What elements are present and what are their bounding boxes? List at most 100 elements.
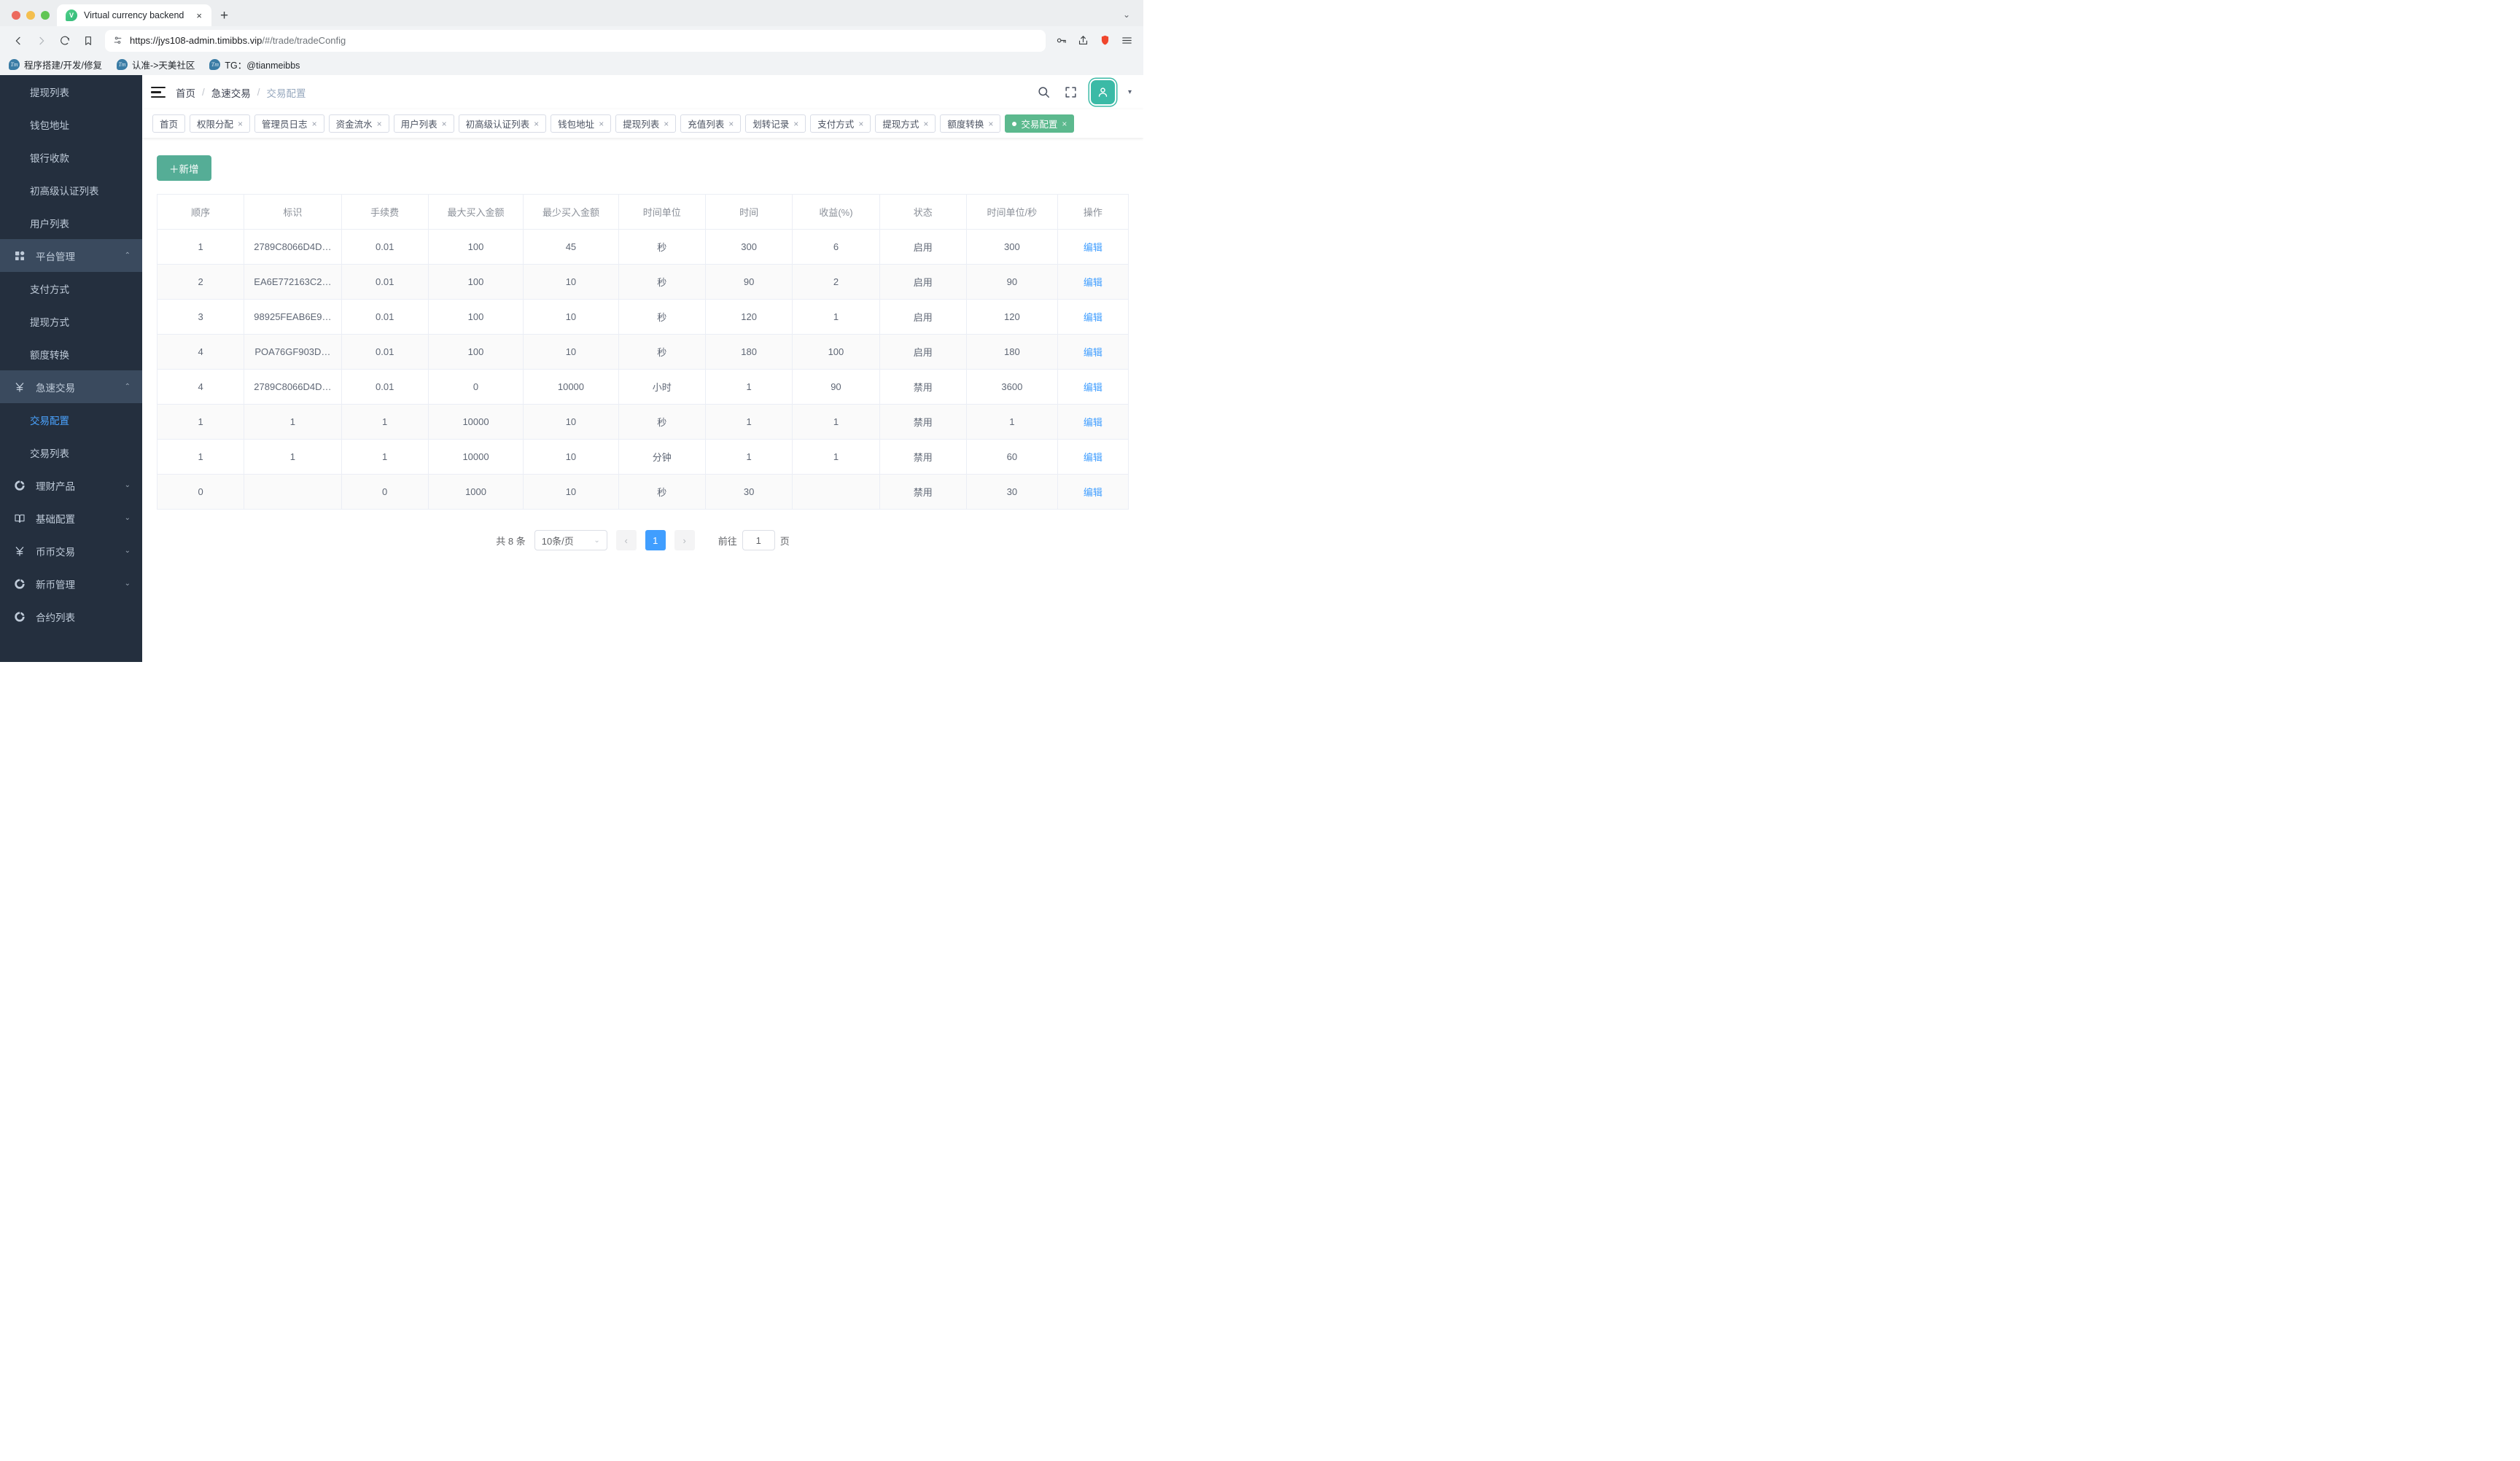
edit-link[interactable]: 编辑 <box>1084 277 1102 288</box>
sidebar-item-额度转换[interactable]: 额度转换 <box>0 338 142 370</box>
view-tab-提现方式[interactable]: 提现方式 × <box>875 114 936 133</box>
bookmarks-bar: Tm 程序搭建/开发/修复 Tm 认准->天美社区 Tm TG：@tianmei… <box>0 55 1143 75</box>
view-tab-额度转换[interactable]: 额度转换 × <box>940 114 1001 133</box>
table-cell: 秒 <box>618 474 706 510</box>
donut-icon <box>13 479 26 491</box>
close-icon[interactable]: × <box>238 120 243 128</box>
chevron-down-icon[interactable]: ▾ <box>1128 88 1132 96</box>
bookmark-item[interactable]: Tm 程序搭建/开发/修复 <box>9 58 102 71</box>
breadcrumb-item-current: 交易配置 <box>266 87 306 99</box>
browser-tab[interactable]: V Virtual currency backend × <box>57 4 211 26</box>
sidebar-group-新币管理[interactable]: 新币管理 ⌄ <box>0 567 142 600</box>
reload-icon[interactable] <box>54 30 76 52</box>
view-tab-交易配置[interactable]: 交易配置 × <box>1005 114 1075 133</box>
bookmark-item[interactable]: Tm 认准->天美社区 <box>116 58 195 71</box>
sidebar-item-钱包地址[interactable]: 钱包地址 <box>0 108 142 141</box>
sidebar-item-提现列表[interactable]: 提现列表 <box>0 75 142 108</box>
close-icon[interactable]: × <box>312 120 317 128</box>
view-tab-首页[interactable]: 首页 <box>152 114 186 133</box>
sidebar-item-交易配置[interactable]: 交易配置 <box>0 403 142 436</box>
prev-page-button[interactable]: ‹ <box>615 530 637 550</box>
minimize-window-button[interactable] <box>26 11 35 20</box>
table-cell: 1000 <box>427 474 524 510</box>
address-bar[interactable]: https://jys108-admin.timibbs.vip/#/trade… <box>105 29 1046 52</box>
sidebar-item-支付方式[interactable]: 支付方式 <box>0 272 142 305</box>
close-icon[interactable]: × <box>664 120 669 128</box>
browser-menu-icon[interactable] <box>1117 31 1136 50</box>
add-button[interactable]: ＋新增 <box>157 155 211 181</box>
forward-icon[interactable] <box>31 30 52 52</box>
sidebar-item-交易列表[interactable]: 交易列表 <box>0 436 142 469</box>
close-icon[interactable]: × <box>599 120 604 128</box>
table-row: 1 2789C8066D4D… 0.01 100 45 秒 300 6 启用 300 编辑 <box>156 229 1129 265</box>
sidebar-group-理财产品[interactable]: 理财产品 ⌄ <box>0 469 142 502</box>
view-tab-初高级认证列表[interactable]: 初高级认证列表 × <box>458 114 547 133</box>
window-traffic-lights <box>6 11 57 26</box>
bookmark-icon[interactable] <box>77 30 99 52</box>
edit-link[interactable]: 编辑 <box>1084 382 1102 393</box>
sidebar-item-银行收款[interactable]: 银行收款 <box>0 141 142 174</box>
view-tab-管理员日志[interactable]: 管理员日志 × <box>254 114 324 133</box>
close-tab-icon[interactable]: × <box>194 9 204 22</box>
view-tab-label: 支付方式 <box>817 120 855 130</box>
new-tab-button[interactable]: + <box>211 9 237 26</box>
view-tab-权限分配[interactable]: 权限分配 × <box>190 114 251 133</box>
sidebar-item-初高级认证列表[interactable]: 初高级认证列表 <box>0 174 142 206</box>
close-icon[interactable]: × <box>988 120 993 128</box>
sidebar-group-合约列表[interactable]: 合约列表 <box>0 600 142 633</box>
status-badge: 启用 <box>879 264 967 300</box>
sidebar-group-币币交易[interactable]: 币币交易 ⌄ <box>0 534 142 567</box>
close-icon[interactable]: × <box>858 120 863 128</box>
site-settings-icon[interactable] <box>112 35 123 46</box>
edit-link[interactable]: 编辑 <box>1084 312 1102 323</box>
edit-link[interactable]: 编辑 <box>1084 487 1102 498</box>
view-tab-label: 划转记录 <box>752 120 790 130</box>
page-number-button[interactable]: 1 <box>645 530 666 550</box>
breadcrumb-item-home[interactable]: 首页 <box>176 85 195 100</box>
brave-shields-icon[interactable] <box>1095 31 1114 50</box>
edit-link[interactable]: 编辑 <box>1084 417 1102 428</box>
view-tab-划转记录[interactable]: 划转记录 × <box>745 114 806 133</box>
view-tab-充值列表[interactable]: 充值列表 × <box>680 114 742 133</box>
page-jump-input[interactable] <box>742 530 775 550</box>
close-icon[interactable]: × <box>1062 120 1067 128</box>
hamburger-icon[interactable] <box>151 86 166 98</box>
sidebar-group-基础配置[interactable]: 基础配置 ⌄ <box>0 502 142 534</box>
maximize-window-button[interactable] <box>41 11 50 20</box>
view-tab-提现列表[interactable]: 提现列表 × <box>615 114 677 133</box>
close-icon[interactable]: × <box>793 120 798 128</box>
pagination: 共 8 条 10条/页 ⌄ ‹ 1 › 前往 页 <box>157 530 1129 550</box>
view-tab-用户列表[interactable]: 用户列表 × <box>393 114 454 133</box>
user-avatar[interactable] <box>1090 80 1115 104</box>
breadcrumb-item-section[interactable]: 急速交易 <box>211 85 251 100</box>
sidebar-item-用户列表[interactable]: 用户列表 <box>0 206 142 239</box>
close-icon[interactable]: × <box>923 120 928 128</box>
share-icon[interactable] <box>1073 31 1092 50</box>
table-column-header: 时间单位 <box>618 194 706 230</box>
sidebar-group-急速交易[interactable]: 急速交易 ⌃ <box>0 370 142 403</box>
bookmark-item[interactable]: Tm TG：@tianmeibbs <box>209 58 300 71</box>
view-tab-资金流水[interactable]: 资金流水 × <box>328 114 389 133</box>
view-tab-支付方式[interactable]: 支付方式 × <box>810 114 871 133</box>
back-icon[interactable] <box>7 30 29 52</box>
close-icon[interactable]: × <box>377 120 382 128</box>
bookmark-favicon-icon: Tm <box>209 58 221 70</box>
close-icon[interactable]: × <box>728 120 734 128</box>
next-page-button[interactable]: › <box>674 530 695 550</box>
edit-link[interactable]: 编辑 <box>1084 242 1102 253</box>
table-row: 2 EA6E772163C2… 0.01 100 10 秒 90 2 启用 90 编辑 <box>156 264 1129 300</box>
edit-link[interactable]: 编辑 <box>1084 347 1102 358</box>
sidebar-group-平台管理[interactable]: 平台管理 ⌃ <box>0 239 142 272</box>
search-icon[interactable] <box>1037 85 1051 99</box>
tab-list-chevron-down-icon[interactable]: ⌄ <box>1123 9 1138 26</box>
close-icon[interactable]: × <box>442 120 447 128</box>
fullscreen-icon[interactable] <box>1064 85 1078 99</box>
table-cell: 6 <box>792 229 880 265</box>
close-window-button[interactable] <box>12 11 20 20</box>
password-key-icon[interactable] <box>1051 31 1070 50</box>
close-icon[interactable]: × <box>534 120 539 128</box>
view-tab-钱包地址[interactable]: 钱包地址 × <box>551 114 612 133</box>
sidebar-item-提现方式[interactable]: 提现方式 <box>0 305 142 338</box>
edit-link[interactable]: 编辑 <box>1084 452 1102 463</box>
page-size-select[interactable]: 10条/页 ⌄ <box>534 530 607 550</box>
